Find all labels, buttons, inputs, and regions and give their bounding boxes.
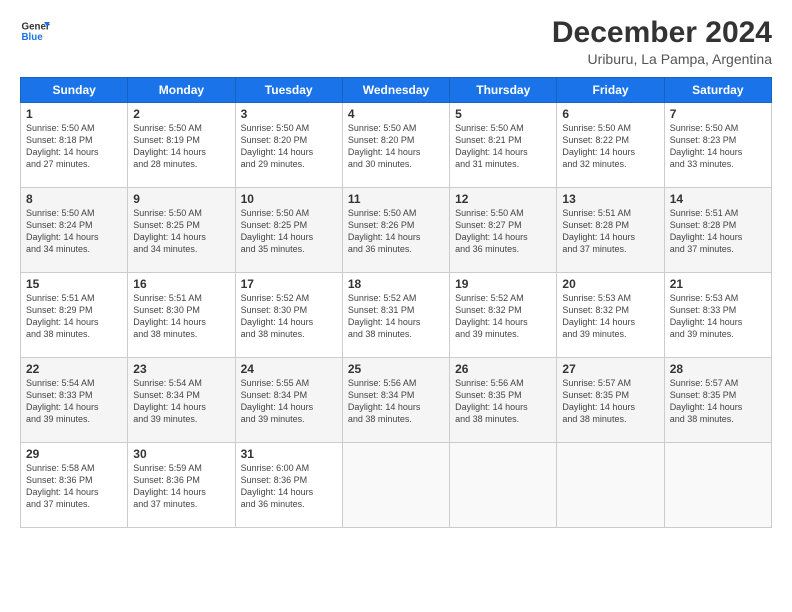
week-row-1: 8Sunrise: 5:50 AMSunset: 8:24 PMDaylight…: [21, 188, 772, 273]
title-block: December 2024 Uriburu, La Pampa, Argenti…: [552, 16, 772, 67]
table-row: 6Sunrise: 5:50 AMSunset: 8:22 PMDaylight…: [557, 103, 664, 188]
table-row: [450, 443, 557, 528]
col-friday: Friday: [557, 78, 664, 103]
table-row: 31Sunrise: 6:00 AMSunset: 8:36 PMDayligh…: [235, 443, 342, 528]
svg-text:Blue: Blue: [22, 32, 44, 43]
col-sunday: Sunday: [21, 78, 128, 103]
table-row: 4Sunrise: 5:50 AMSunset: 8:20 PMDaylight…: [342, 103, 449, 188]
table-row: 25Sunrise: 5:56 AMSunset: 8:34 PMDayligh…: [342, 358, 449, 443]
table-row: 24Sunrise: 5:55 AMSunset: 8:34 PMDayligh…: [235, 358, 342, 443]
table-row: 29Sunrise: 5:58 AMSunset: 8:36 PMDayligh…: [21, 443, 128, 528]
table-row: 13Sunrise: 5:51 AMSunset: 8:28 PMDayligh…: [557, 188, 664, 273]
table-row: 22Sunrise: 5:54 AMSunset: 8:33 PMDayligh…: [21, 358, 128, 443]
main-title: December 2024: [552, 16, 772, 49]
table-row: 28Sunrise: 5:57 AMSunset: 8:35 PMDayligh…: [664, 358, 771, 443]
table-row: 3Sunrise: 5:50 AMSunset: 8:20 PMDaylight…: [235, 103, 342, 188]
page: General Blue December 2024 Uriburu, La P…: [0, 0, 792, 612]
table-row: 14Sunrise: 5:51 AMSunset: 8:28 PMDayligh…: [664, 188, 771, 273]
table-row: 5Sunrise: 5:50 AMSunset: 8:21 PMDaylight…: [450, 103, 557, 188]
table-row: 27Sunrise: 5:57 AMSunset: 8:35 PMDayligh…: [557, 358, 664, 443]
header-row: Sunday Monday Tuesday Wednesday Thursday…: [21, 78, 772, 103]
table-row: 1Sunrise: 5:50 AMSunset: 8:18 PMDaylight…: [21, 103, 128, 188]
col-saturday: Saturday: [664, 78, 771, 103]
table-row: 2Sunrise: 5:50 AMSunset: 8:19 PMDaylight…: [128, 103, 235, 188]
col-monday: Monday: [128, 78, 235, 103]
table-row: 19Sunrise: 5:52 AMSunset: 8:32 PMDayligh…: [450, 273, 557, 358]
table-row: [557, 443, 664, 528]
table-row: 11Sunrise: 5:50 AMSunset: 8:26 PMDayligh…: [342, 188, 449, 273]
header: General Blue December 2024 Uriburu, La P…: [20, 16, 772, 67]
table-row: 15Sunrise: 5:51 AMSunset: 8:29 PMDayligh…: [21, 273, 128, 358]
logo-icon: General Blue: [20, 16, 50, 46]
calendar-table: Sunday Monday Tuesday Wednesday Thursday…: [20, 77, 772, 528]
table-row: 21Sunrise: 5:53 AMSunset: 8:33 PMDayligh…: [664, 273, 771, 358]
week-row-3: 22Sunrise: 5:54 AMSunset: 8:33 PMDayligh…: [21, 358, 772, 443]
table-row: 30Sunrise: 5:59 AMSunset: 8:36 PMDayligh…: [128, 443, 235, 528]
table-row: 20Sunrise: 5:53 AMSunset: 8:32 PMDayligh…: [557, 273, 664, 358]
table-row: 9Sunrise: 5:50 AMSunset: 8:25 PMDaylight…: [128, 188, 235, 273]
table-row: 12Sunrise: 5:50 AMSunset: 8:27 PMDayligh…: [450, 188, 557, 273]
table-row: [342, 443, 449, 528]
col-thursday: Thursday: [450, 78, 557, 103]
table-row: 26Sunrise: 5:56 AMSunset: 8:35 PMDayligh…: [450, 358, 557, 443]
table-row: 16Sunrise: 5:51 AMSunset: 8:30 PMDayligh…: [128, 273, 235, 358]
table-row: [664, 443, 771, 528]
table-row: 8Sunrise: 5:50 AMSunset: 8:24 PMDaylight…: [21, 188, 128, 273]
col-wednesday: Wednesday: [342, 78, 449, 103]
week-row-2: 15Sunrise: 5:51 AMSunset: 8:29 PMDayligh…: [21, 273, 772, 358]
table-row: 7Sunrise: 5:50 AMSunset: 8:23 PMDaylight…: [664, 103, 771, 188]
week-row-4: 29Sunrise: 5:58 AMSunset: 8:36 PMDayligh…: [21, 443, 772, 528]
logo: General Blue: [20, 16, 50, 46]
table-row: 23Sunrise: 5:54 AMSunset: 8:34 PMDayligh…: [128, 358, 235, 443]
table-row: 17Sunrise: 5:52 AMSunset: 8:30 PMDayligh…: [235, 273, 342, 358]
week-row-0: 1Sunrise: 5:50 AMSunset: 8:18 PMDaylight…: [21, 103, 772, 188]
table-row: 18Sunrise: 5:52 AMSunset: 8:31 PMDayligh…: [342, 273, 449, 358]
table-row: 10Sunrise: 5:50 AMSunset: 8:25 PMDayligh…: [235, 188, 342, 273]
col-tuesday: Tuesday: [235, 78, 342, 103]
subtitle: Uriburu, La Pampa, Argentina: [552, 51, 772, 67]
